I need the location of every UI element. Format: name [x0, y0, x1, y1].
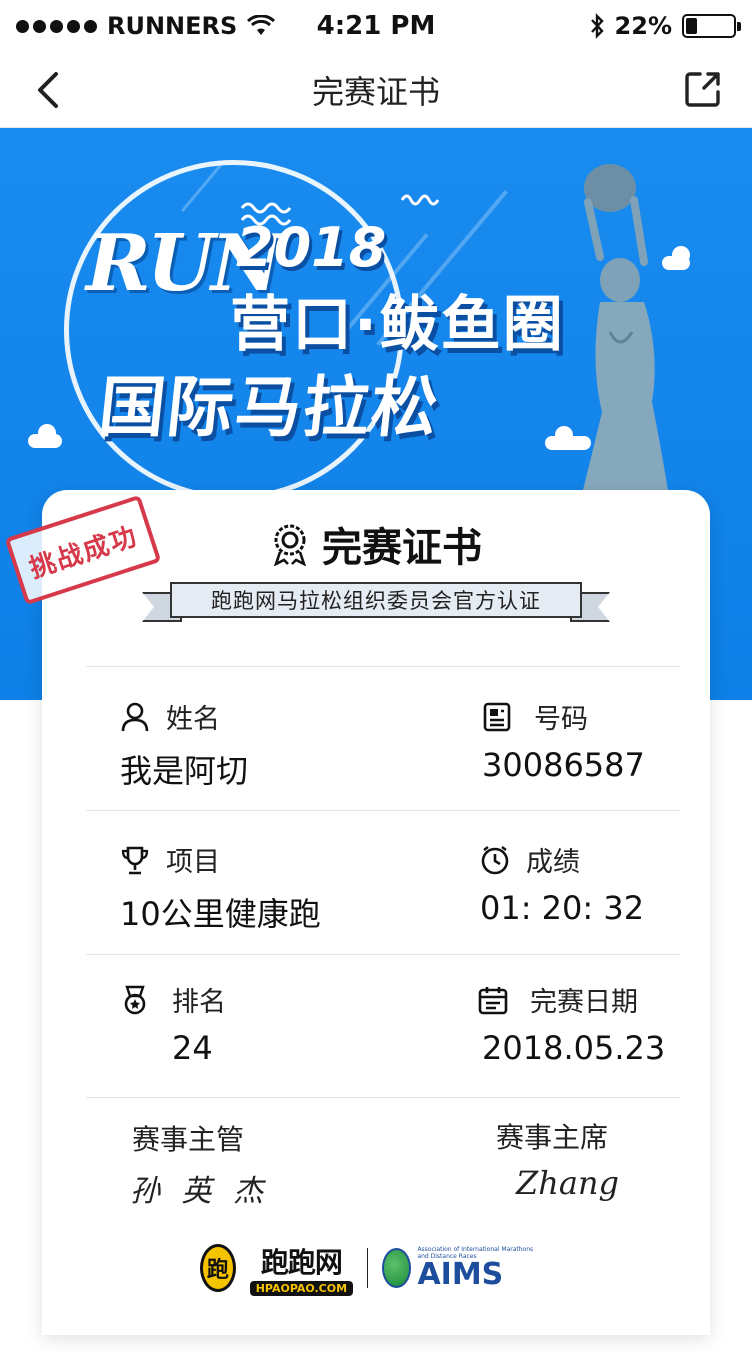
- bib-label: 号码: [534, 704, 588, 735]
- divider: [86, 1097, 680, 1098]
- hpaopao-logo: 跑跑网 HPAOPAO.COM: [249, 1241, 354, 1296]
- rank-field: 排名 24: [120, 980, 226, 1067]
- bib-field: 号码 30086587: [482, 697, 645, 784]
- hpaopao-badge-icon: 跑: [200, 1244, 236, 1292]
- aims-logo: Association of International Marathons a…: [382, 1246, 540, 1290]
- globe-icon: [382, 1248, 412, 1288]
- event-title-line2: 国际马拉松: [95, 369, 444, 446]
- status-right: 22%: [589, 12, 741, 40]
- result-label: 成绩: [526, 847, 580, 878]
- logo-separator: [367, 1248, 369, 1288]
- battery-percent: 22%: [614, 12, 672, 40]
- event-year: 2018: [236, 216, 387, 279]
- document-icon: [483, 702, 511, 731]
- trophy-icon: [121, 846, 149, 874]
- page-title: 完赛证书: [311, 72, 440, 111]
- share-icon[interactable]: [684, 70, 722, 108]
- nav-bar: 完赛证书: [0, 52, 752, 128]
- event-title-line1: 营口·鲅鱼圈: [230, 290, 565, 360]
- statue-image: [580, 164, 670, 502]
- director-signature: 孙 英 杰: [130, 1174, 270, 1209]
- chevron-left-icon[interactable]: [28, 66, 68, 114]
- carrier-name: RUNNERS: [107, 12, 238, 40]
- medal-icon: [124, 985, 146, 1014]
- hpaopao-name: 跑跑网: [260, 1245, 343, 1279]
- event-label: 项目: [166, 847, 220, 878]
- certification-text: 跑跑网马拉松组织委员会官方认证: [211, 589, 541, 613]
- date-value: 2018.05.23: [482, 1029, 666, 1067]
- chairman-signature: Zhang: [516, 1164, 620, 1202]
- signal-dots-icon: [16, 19, 97, 33]
- bluetooth-icon: [590, 13, 604, 39]
- event-value: 10公里健康跑: [120, 895, 321, 933]
- result-field: 成绩 01: 20: 32: [480, 840, 644, 927]
- award-badge-icon: [273, 524, 307, 566]
- status-bar: RUNNERS 4:21 PM 22%: [0, 0, 752, 52]
- event-field: 项目 10公里健康跑: [120, 840, 321, 935]
- aims-name: AIMS: [417, 1257, 504, 1292]
- divider: [86, 666, 680, 667]
- divider: [86, 954, 680, 955]
- name-label: 姓名: [166, 704, 220, 735]
- user-icon: [121, 702, 149, 731]
- cloud-decoration: [28, 424, 62, 448]
- name-value: 我是阿切: [120, 752, 249, 790]
- rank-value: 24: [172, 1029, 213, 1067]
- result-value: 01: 20: 32: [480, 889, 645, 927]
- divider: [86, 810, 680, 811]
- chairman-label: 赛事主席: [496, 1121, 609, 1154]
- certificate-title: 完赛证书: [322, 525, 482, 571]
- rank-label: 排名: [172, 987, 226, 1018]
- hpaopao-domain: HPAOPAO.COM: [249, 1280, 354, 1296]
- clock-icon: [481, 845, 509, 874]
- battery-icon: [682, 14, 741, 38]
- calendar-icon: [478, 986, 508, 1014]
- wifi-icon: [247, 15, 276, 35]
- director-label: 赛事主管: [132, 1123, 245, 1156]
- wave-icon: [400, 194, 440, 206]
- name-field: 姓名 我是阿切: [120, 697, 248, 792]
- certification-ribbon: 跑跑网马拉松组织委员会官方认证: [142, 582, 610, 628]
- bib-value: 30086587: [482, 746, 645, 784]
- carrier-group: RUNNERS: [16, 12, 276, 40]
- date-field: 完赛日期 2018.05.23: [478, 980, 665, 1067]
- date-label: 完赛日期: [530, 987, 638, 1018]
- sponsor-logos: 跑 跑跑网 HPAOPAO.COM Association of Interna…: [200, 1238, 540, 1298]
